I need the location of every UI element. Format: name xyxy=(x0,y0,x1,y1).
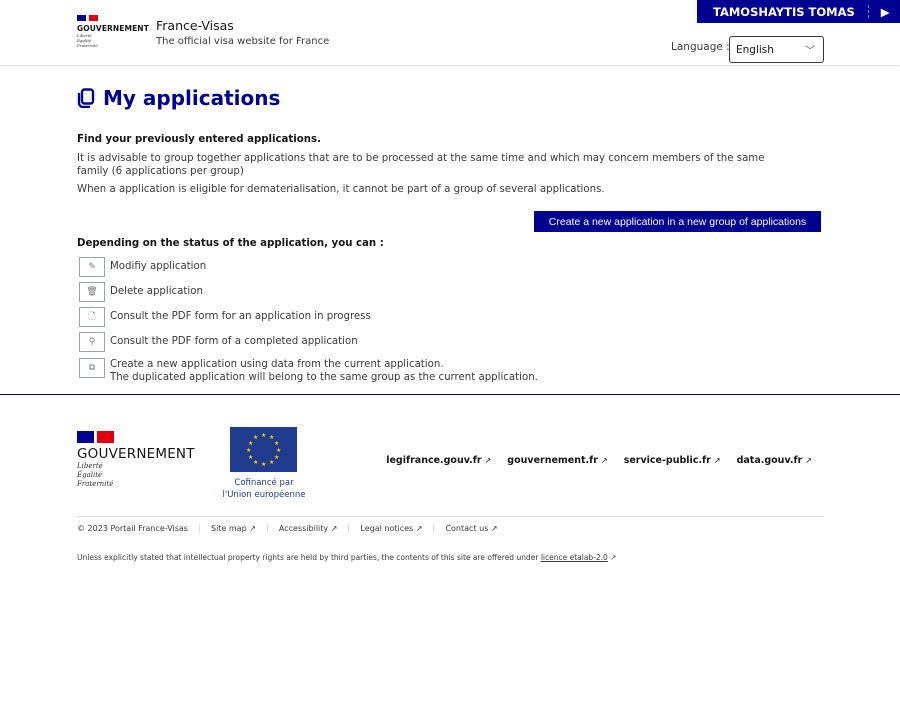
create-application-button[interactable]: Create a new application in a new group … xyxy=(534,211,821,232)
link-text: Contact us xyxy=(445,524,489,533)
legend-label: Create a new application using data from… xyxy=(110,359,444,370)
link-text: Site map xyxy=(210,524,247,533)
license-text: Unless explicitly stated that intellectu… xyxy=(77,553,539,562)
external-link-icon: ↗ xyxy=(805,456,812,465)
gov-logo-text: GOUVERNEMENT xyxy=(77,24,149,33)
link-text: legifrance.gouv.fr xyxy=(386,455,482,466)
gouvernement-logo[interactable]: GOUVERNEMENT Liberté Égalité Fraternité xyxy=(77,15,149,48)
copy-icon xyxy=(77,88,95,108)
intro-heading: Find your previously entered application… xyxy=(77,134,321,145)
legend-label: Consult the PDF form for an application … xyxy=(110,311,371,322)
footer-external-links: legifrance.gouv.fr ↗ gouvernement.fr ↗ ser… xyxy=(386,455,812,466)
footer-gouvernement-logo[interactable]: GOUVERNEMENT Liberté Égalité Fraternité xyxy=(77,431,195,489)
legend-label: Consult the PDF form of a completed appl… xyxy=(110,336,358,347)
footer-divider xyxy=(0,394,900,395)
footer-bottom-links: © 2023 Portail France-Visas Site map ↗ A… xyxy=(77,524,509,533)
external-link-icon: ↗ xyxy=(610,553,617,562)
marianne-flag-icon xyxy=(77,15,149,21)
site-header: GOUVERNEMENT Liberté Égalité Fraternité … xyxy=(0,0,900,66)
legend-item-duplicate: ⧉ Create a new application using data fro… xyxy=(79,358,538,384)
external-link-icon: ↗ xyxy=(484,456,492,465)
eu-caption-2: l'Union européenne xyxy=(222,490,306,500)
site-title: France-Visas xyxy=(156,18,234,33)
user-menu-button[interactable]: TAMOSHAYTIS TOMAS ▶ xyxy=(697,0,900,23)
link-text: service-public.fr xyxy=(623,455,711,466)
pdf-icon: 🗋 xyxy=(79,307,105,327)
eu-flag-icon: ★ ★ ★ ★ ★ ★ ★ ★ ★ ★ ★ ★ xyxy=(230,427,297,472)
devise-liberte: Liberté xyxy=(77,462,103,470)
link-service-public[interactable]: service-public.fr ↗ xyxy=(624,455,721,466)
language-label: Language : xyxy=(671,41,730,53)
link-text: Accessibility xyxy=(278,524,329,533)
link-accessibility[interactable]: Accessibility ↗ xyxy=(266,524,348,533)
legend-label: Modifiy application xyxy=(110,261,207,272)
play-arrow-icon: ▶ xyxy=(880,4,890,19)
site-subtitle: The official visa website for France xyxy=(156,36,330,47)
link-text: data.gouv.fr xyxy=(736,455,803,466)
duplicate-icon: ⧉ xyxy=(79,358,105,378)
intro-text-2: When a application is eligible for demat… xyxy=(77,184,605,195)
license-notice: Unless explicitly stated that intellectu… xyxy=(77,553,617,562)
link-site-map[interactable]: Site map ↗ xyxy=(198,524,267,533)
devise-fraternite: Fraternité xyxy=(77,480,114,488)
license-link[interactable]: licence etalab-2.0 xyxy=(541,553,608,562)
trash-icon: 🗑 xyxy=(79,282,105,302)
page-title-text: My applications xyxy=(103,86,281,110)
language-value: English xyxy=(736,44,774,56)
devise-egalite: Égalité xyxy=(77,471,103,479)
page-title: My applications xyxy=(77,86,280,110)
external-link-icon: ↗ xyxy=(330,524,338,533)
legend-label-2: The duplicated application will belong t… xyxy=(110,372,538,383)
external-link-icon: ↗ xyxy=(600,456,608,465)
external-link-icon: ↗ xyxy=(713,456,721,465)
eu-caption: Cofinancé par l'Union européenne xyxy=(222,477,306,501)
link-legifrance[interactable]: legifrance.gouv.fr ↗ xyxy=(386,455,491,466)
intro-text-1: It is advisable to group together applic… xyxy=(77,153,765,177)
site-branding[interactable]: France-Visas The official visa website f… xyxy=(156,18,329,47)
pencil-icon: ✎ xyxy=(79,257,105,277)
user-name: TAMOSHAYTIS TOMAS xyxy=(713,4,855,19)
link-contact-us[interactable]: Contact us ↗ xyxy=(433,524,508,533)
copyright: © 2023 Portail France-Visas xyxy=(77,524,188,533)
link-legal-notices[interactable]: Legal notices ↗ xyxy=(348,524,433,533)
legend-title: Depending on the status of the applicati… xyxy=(77,238,384,249)
external-link-icon: ↗ xyxy=(415,524,423,533)
legend-label: Delete application xyxy=(110,286,203,297)
magnifier-icon: ⚲ xyxy=(79,332,105,352)
legend-item-pdf-progress: 🗋 Consult the PDF form for an application… xyxy=(79,307,371,327)
external-link-icon: ↗ xyxy=(249,524,256,533)
link-text: Legal notices xyxy=(360,524,414,533)
footer-line xyxy=(77,516,824,517)
link-gouvernement[interactable]: gouvernement.fr ↗ xyxy=(507,455,607,466)
legend-item-delete: 🗑 Delete application xyxy=(79,282,203,302)
eu-caption-1: Cofinancé par xyxy=(234,478,294,488)
link-data-gouv[interactable]: data.gouv.fr ↗ xyxy=(737,455,812,466)
gov-logo-text: GOUVERNEMENT xyxy=(77,446,195,462)
legend-item-modify: ✎ Modifiy application xyxy=(79,257,206,277)
marianne-flag-icon xyxy=(77,431,195,443)
chevron-down-icon: ﹀ xyxy=(805,46,815,57)
link-text: gouvernement.fr xyxy=(507,455,598,466)
legend-item-pdf-completed: ⚲ Consult the PDF form of a completed app… xyxy=(79,332,358,352)
language-select[interactable]: English ﹀ xyxy=(729,36,824,63)
external-link-icon: ↗ xyxy=(490,524,498,533)
devise-fraternite: Fraternité xyxy=(77,43,98,48)
